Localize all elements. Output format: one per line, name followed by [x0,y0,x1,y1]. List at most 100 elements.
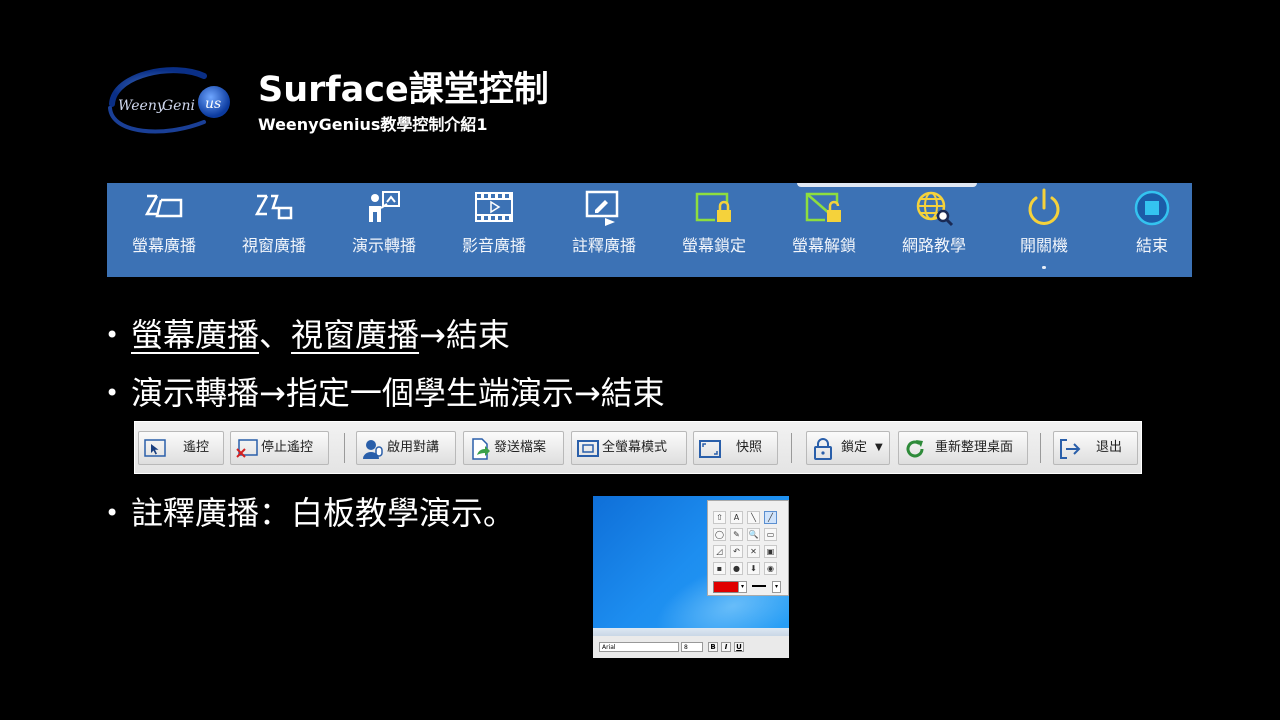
chevron-down-icon: ▼ [875,442,883,453]
web-teaching-icon [916,191,954,227]
screen-lock-icon [695,192,731,222]
font-size-select[interactable]: 8 [681,642,703,652]
button-label: 全螢幕模式 [602,440,668,455]
palette-tool-icon[interactable]: ● [730,562,743,575]
toolbar-separator [1040,433,1041,463]
button-label: 重新整理桌面 [935,440,1014,455]
bullet-text: 演示轉播→指定一個學生端演示→結束 [131,374,665,412]
screen-unlock-icon [805,192,841,222]
dropdown-indicator [1042,266,1046,269]
palette-tool-icon[interactable]: ◉ [764,562,777,575]
snapshot-icon [699,440,721,458]
palette-tool-icon[interactable]: ▭ [764,528,777,541]
toolbar-label: 視窗廣播 [241,236,306,255]
palette-tool-icon[interactable]: ▪ [713,562,726,575]
toolbar-separator [791,433,792,463]
send-file-button[interactable]: 發送檔案 [463,431,564,465]
palette-tool-icon[interactable]: ╱ [764,511,777,524]
snapshot-button[interactable]: 快照 [693,431,778,465]
separator: 、 [259,316,292,354]
video-broadcast-icon [475,192,513,222]
palette-tool-icon[interactable]: 🔍 [747,528,760,541]
palette-tool-icon[interactable]: ◯ [713,528,726,541]
term-window-broadcast: 視窗廣播 [291,316,420,354]
video-broadcast-button[interactable]: 影音廣播 [444,183,544,277]
toolbar-label: 螢幕鎖定 [681,236,746,255]
palette-tool-icon[interactable]: ⇧ [713,511,726,524]
toolbar-label: 演示轉播 [351,236,416,255]
stop-remote-button[interactable]: 停止遙控 [230,431,329,465]
palette-tool-icon[interactable]: A [730,511,743,524]
italic-button[interactable]: I [721,642,731,652]
button-label: 快照 [736,440,763,455]
web-teaching-button[interactable]: 網路教學 [884,183,984,277]
svg-text:Weeny: Weeny [118,98,166,114]
line-width-sample [752,585,766,587]
demo-relay-button[interactable]: 演示轉播 [334,183,434,277]
refresh-icon [906,440,924,458]
underline-button[interactable]: U [734,642,744,652]
font-toolbar-titlebar [593,628,789,636]
bullet-broadcast: • 螢幕廣播、視窗廣播→結束 [105,315,510,355]
window-broadcast-button[interactable]: 視窗廣播 [224,183,324,277]
power-button[interactable]: 開關機 [994,183,1094,277]
lock-icon [814,438,832,460]
screen-broadcast-button[interactable]: 螢幕廣播 [114,183,214,277]
term-screen-broadcast: 螢幕廣播 [131,316,260,354]
annotation-palette: ⇧ A ╲ ╱ ◯ ✎ 🔍 ▭ ◿ ↶ ✕ ▣ ▪ ● ⬇ ◉ ▾ ▾ [707,500,789,596]
font-name-select[interactable]: Arial [599,642,679,652]
svg-text:us: us [205,96,221,112]
demo-toolbar: 遙控 停止遙控 啟用對講 發送檔案 全螢幕模式 快照 鎖定 ▼ 重新整理桌面 退… [134,421,1142,474]
button-label: 鎖定 [841,440,868,455]
line-width-dropdown[interactable]: ▾ [772,581,781,593]
button-label: 發送檔案 [494,440,547,455]
lock-button[interactable]: 鎖定 ▼ [806,431,890,465]
palette-tool-icon[interactable]: ✕ [747,545,760,558]
bullet-demo-relay: • 演示轉播→指定一個學生端演示→結束 [105,373,665,413]
screen-unlock-button[interactable]: 螢幕解鎖 [774,183,874,277]
fullscreen-button[interactable]: 全螢幕模式 [571,431,687,465]
button-label: 退出 [1096,440,1123,455]
fullscreen-icon [577,440,599,457]
toolbar-label: 影音廣播 [461,236,526,255]
button-label: 停止遙控 [261,440,314,455]
toolbar-label: 螢幕廣播 [131,236,196,255]
stop-icon [1134,190,1170,226]
broadcast-toolbar: 螢幕廣播 視窗廣播 演示轉播 影音廣播 註釋廣播 螢幕鎖定 螢幕解鎖 網路教學 … [107,183,1192,277]
stop-remote-icon [236,439,258,458]
toolbar-label: 註釋廣播 [571,236,636,255]
toolbar-label: 螢幕解鎖 [791,236,856,255]
page-title: Surface課堂控制 [258,70,549,110]
toolbar-label: 結束 [1135,236,1168,255]
remote-control-button[interactable]: 遙控 [138,431,224,465]
svg-text:Geni: Geni [162,98,195,114]
exit-icon [1060,439,1081,459]
screen-lock-button[interactable]: 螢幕鎖定 [664,183,764,277]
palette-tool-icon[interactable]: ╲ [747,511,760,524]
bullet-dot: • [105,321,120,349]
annotation-broadcast-button[interactable]: 註釋廣播 [554,183,654,277]
font-toolbar: Arial 8 B I U [593,628,789,658]
intercom-button[interactable]: 啟用對講 [356,431,456,465]
weenygenius-logo: Weeny Geni us [108,67,230,134]
palette-tool-icon[interactable]: ⬇ [747,562,760,575]
bullet-dot: • [105,379,120,407]
window-broadcast-icon [254,194,293,220]
palette-tool-icon[interactable]: ◿ [713,545,726,558]
palette-tool-icon[interactable]: ▣ [764,545,777,558]
toolbar-label: 開關機 [1019,236,1068,255]
button-label: 啟用對講 [387,440,440,455]
bullet-text: 註釋廣播：白板教學演示。 [131,494,516,532]
color-dropdown[interactable]: ▾ [738,581,747,593]
palette-tool-icon[interactable]: ✎ [730,528,743,541]
exit-button[interactable]: 退出 [1053,431,1138,465]
screen-broadcast-icon [144,194,183,218]
bullet-dot: • [105,499,120,527]
intercom-icon [363,440,383,459]
bold-button[interactable]: B [708,642,718,652]
stop-button[interactable]: 結束 [1102,183,1202,277]
current-color-swatch[interactable] [713,581,739,593]
refresh-desktop-button[interactable]: 重新整理桌面 [898,431,1028,465]
annotation-broadcast-icon [585,190,619,226]
palette-tool-icon[interactable]: ↶ [730,545,743,558]
